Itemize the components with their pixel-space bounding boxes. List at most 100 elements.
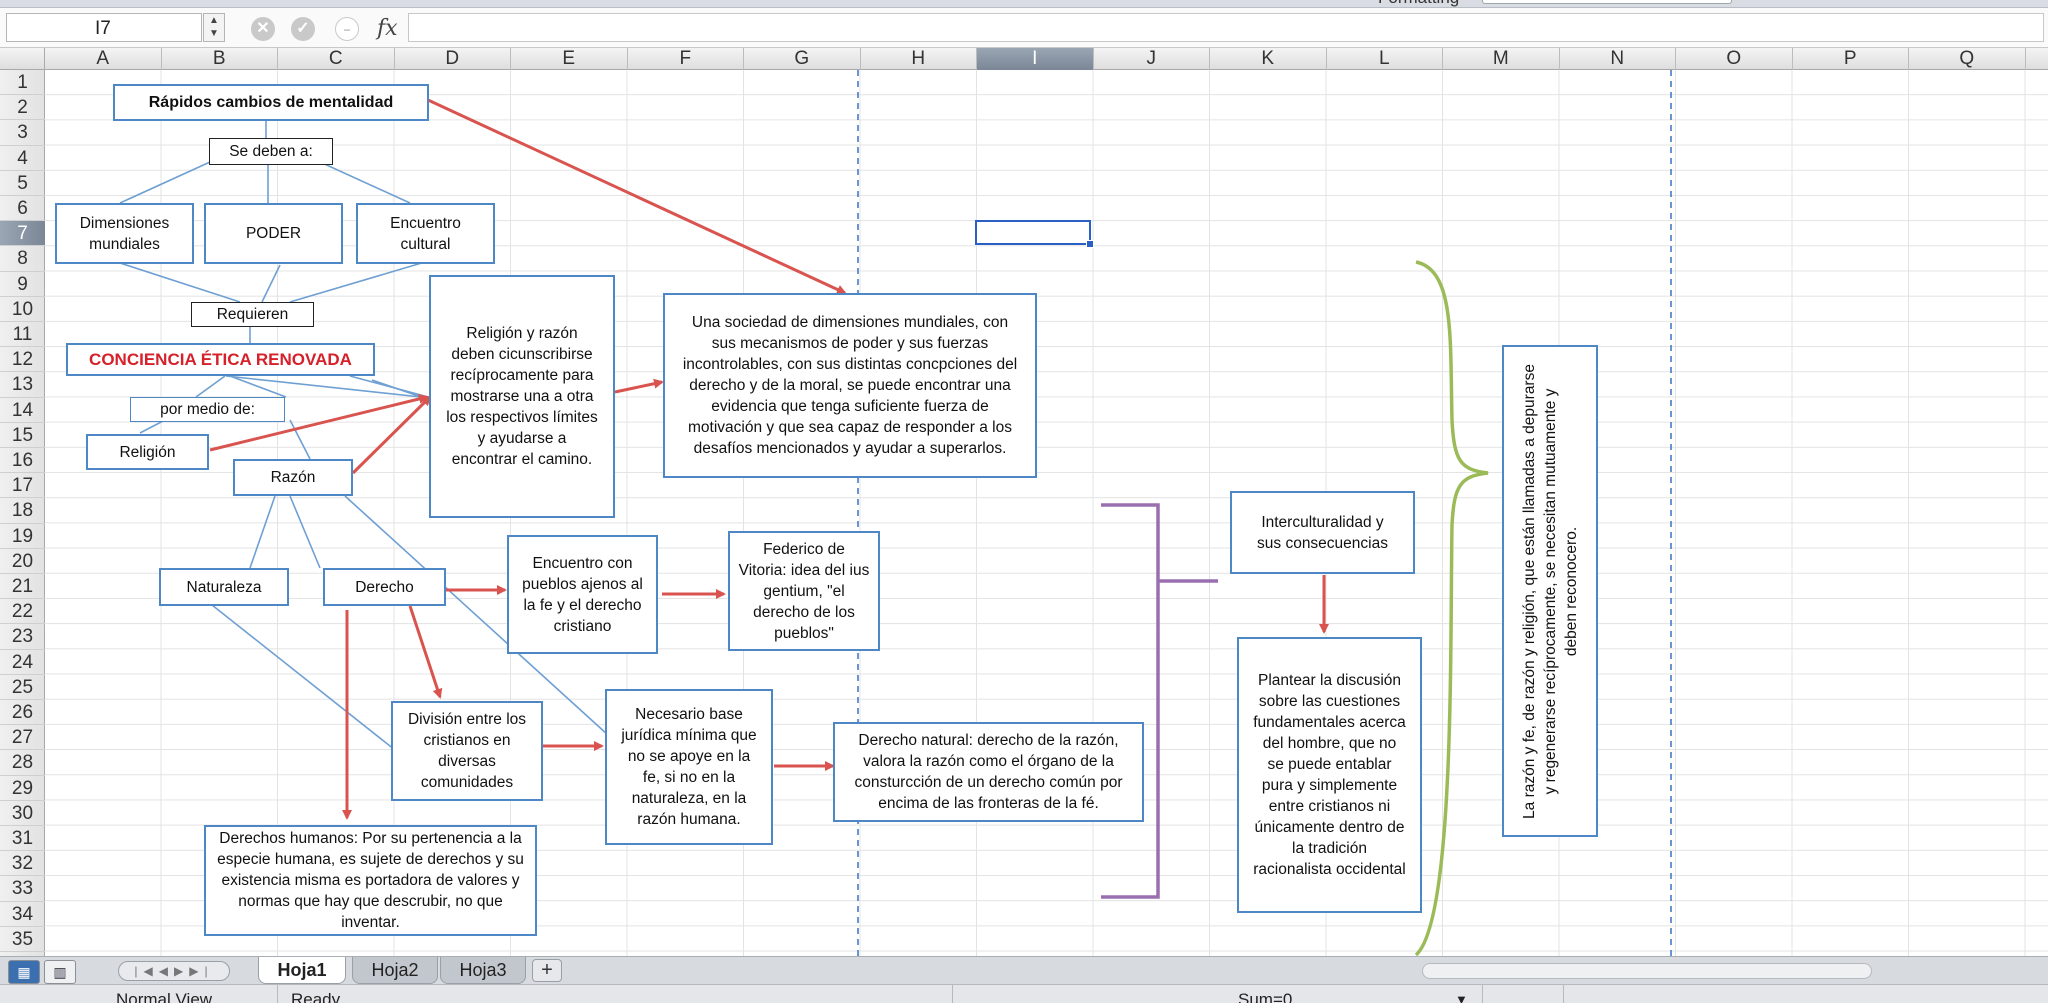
column-header-l[interactable]: L	[1327, 48, 1443, 70]
row-header-26[interactable]: 26	[0, 700, 45, 726]
derechos-humanos-box[interactable]: Derechos humanos: Por su pertenencia a l…	[204, 825, 537, 936]
column-header-k[interactable]: K	[1210, 48, 1327, 70]
federico-box[interactable]: Federico de Vitoria: idea del ius gentiu…	[728, 531, 880, 651]
requieren-text: Requieren	[216, 306, 289, 323]
row-header-17[interactable]: 17	[0, 473, 45, 499]
sheet-tab-hoja3[interactable]: Hoja3	[440, 957, 526, 984]
row-header-13[interactable]: 13	[0, 372, 45, 398]
row-header-11[interactable]: 11	[0, 322, 45, 348]
row-header-32[interactable]: 32	[0, 851, 45, 877]
row-header-25[interactable]: 25	[0, 675, 45, 700]
razon-fe-box[interactable]: La razón y fe, de razón y religión, que …	[1502, 345, 1598, 837]
se-deben-text: Se deben a:	[229, 143, 313, 160]
column-header-j[interactable]: J	[1094, 48, 1210, 70]
row-header-22[interactable]: 22	[0, 599, 45, 625]
column-header-e[interactable]: E	[511, 48, 628, 70]
row-header-8[interactable]: 8	[0, 246, 45, 272]
add-sheet-button[interactable]: +	[532, 959, 562, 982]
row-header-5[interactable]: 5	[0, 171, 45, 196]
column-header-o[interactable]: O	[1676, 48, 1793, 70]
row-header-20[interactable]: 20	[0, 549, 45, 574]
function-wizard-icon[interactable]: −	[335, 17, 359, 41]
column-header-d[interactable]: D	[395, 48, 511, 70]
row-header-16[interactable]: 16	[0, 448, 45, 474]
column-header-c[interactable]: C	[278, 48, 395, 70]
encuentro-pueblos-box[interactable]: Encuentro con pueblos ajenos al la fe y …	[507, 535, 658, 654]
razon-box[interactable]: Razón	[233, 459, 353, 496]
religion-razon-box[interactable]: Religión y razón deben cicunscribirse re…	[429, 275, 615, 518]
fx-icon[interactable]: fx	[377, 16, 398, 41]
row-header-3[interactable]: 3	[0, 120, 45, 146]
sheet-nav-arrows[interactable]: |◀◀▶▶|	[118, 961, 230, 981]
row-header-28[interactable]: 28	[0, 750, 45, 776]
encuentro-cultural-box[interactable]: Encuentro cultural	[356, 203, 495, 264]
column-header-h[interactable]: H	[861, 48, 977, 70]
row-header-18[interactable]: 18	[0, 498, 45, 524]
title-box[interactable]: Rápidos cambios de mentalidad	[113, 84, 429, 121]
page-layout-view-button[interactable]: ▥	[44, 960, 76, 984]
column-header-n[interactable]: N	[1560, 48, 1676, 70]
encuentro-pueblos-text: Encuentro con pueblos ajenos al la fe y …	[522, 554, 643, 635]
name-box[interactable]: I7	[6, 13, 202, 42]
religion-box[interactable]: Religión	[86, 434, 209, 470]
por-medio-text: por medio de:	[160, 401, 255, 418]
dimensiones-box[interactable]: Dimensiones mundiales	[55, 203, 194, 264]
select-all-corner[interactable]	[0, 48, 45, 70]
row-header-21[interactable]: 21	[0, 574, 45, 600]
row-header-24[interactable]: 24	[0, 650, 45, 675]
por-medio-box[interactable]: por medio de:	[130, 397, 285, 422]
formula-input[interactable]	[408, 13, 2044, 42]
row-header-23[interactable]: 23	[0, 624, 45, 650]
formatting-dropdown[interactable]	[1482, 0, 1732, 4]
horizontal-scrollbar[interactable]	[1422, 963, 1872, 979]
row-header-6[interactable]: 6	[0, 196, 45, 222]
row-header-15[interactable]: 15	[0, 423, 45, 448]
division-box[interactable]: División entre los cristianos en diversa…	[391, 701, 543, 801]
row-header-1[interactable]: 1	[0, 70, 45, 96]
ribbon-strip: Formatting	[0, 0, 2048, 8]
derecho-natural-box[interactable]: Derecho natural: derecho de la razón, va…	[833, 722, 1144, 822]
necesario-box[interactable]: Necesario base jurídica mínima que no se…	[605, 689, 773, 845]
column-header-m[interactable]: M	[1443, 48, 1560, 70]
name-box-stepper[interactable]: ▲ ▼	[203, 13, 225, 42]
naturaleza-box[interactable]: Naturaleza	[159, 568, 289, 606]
row-header-31[interactable]: 31	[0, 826, 45, 852]
column-header-b[interactable]: B	[162, 48, 278, 70]
column-header-a[interactable]: A	[45, 48, 162, 70]
row-header-27[interactable]: 27	[0, 725, 45, 751]
poder-box[interactable]: PODER	[204, 203, 343, 264]
row-header-29[interactable]: 29	[0, 776, 45, 801]
sheet-tab-hoja2[interactable]: Hoja2	[352, 957, 438, 984]
column-header-g[interactable]: G	[744, 48, 861, 70]
row-header-19[interactable]: 19	[0, 524, 45, 549]
row-header-33[interactable]: 33	[0, 876, 45, 902]
se-deben-box[interactable]: Se deben a:	[209, 138, 333, 165]
row-header-2[interactable]: 2	[0, 95, 45, 121]
row-header-30[interactable]: 30	[0, 801, 45, 826]
selected-cell[interactable]	[975, 220, 1091, 245]
column-header-f[interactable]: F	[628, 48, 744, 70]
interculturalidad-box[interactable]: Interculturalidad y sus consecuencias	[1230, 491, 1415, 574]
row-header-14[interactable]: 14	[0, 398, 45, 423]
row-header-9[interactable]: 9	[0, 272, 45, 297]
derecho-box[interactable]: Derecho	[323, 568, 446, 606]
fill-handle[interactable]	[1086, 240, 1094, 248]
plantear-box[interactable]: Plantear la discusión sobre las cuestion…	[1237, 637, 1422, 913]
column-header-i[interactable]: I	[977, 48, 1094, 70]
row-header-12[interactable]: 12	[0, 347, 45, 373]
confirm-icon[interactable]: ✓	[291, 17, 315, 41]
conciencia-box[interactable]: CONCIENCIA ÉTICA RENOVADA	[66, 343, 375, 376]
column-header-q[interactable]: Q	[1909, 48, 2026, 70]
requieren-box[interactable]: Requieren	[191, 302, 314, 327]
row-header-10[interactable]: 10	[0, 297, 45, 322]
cancel-icon[interactable]: ✕	[251, 17, 275, 41]
row-header-4[interactable]: 4	[0, 146, 45, 171]
sheet-tab-hoja1[interactable]: Hoja1	[258, 957, 346, 984]
row-header-34[interactable]: 34	[0, 902, 45, 927]
column-header-p[interactable]: P	[1793, 48, 1909, 70]
sociedad-box[interactable]: Una sociedad de dimensiones mundiales, c…	[663, 293, 1037, 478]
row-header-7[interactable]: 7	[0, 221, 45, 247]
sum-dropdown-icon[interactable]: ▼	[1455, 986, 1468, 1003]
row-header-35[interactable]: 35	[0, 927, 45, 952]
normal-view-button[interactable]: ▦	[8, 960, 40, 984]
